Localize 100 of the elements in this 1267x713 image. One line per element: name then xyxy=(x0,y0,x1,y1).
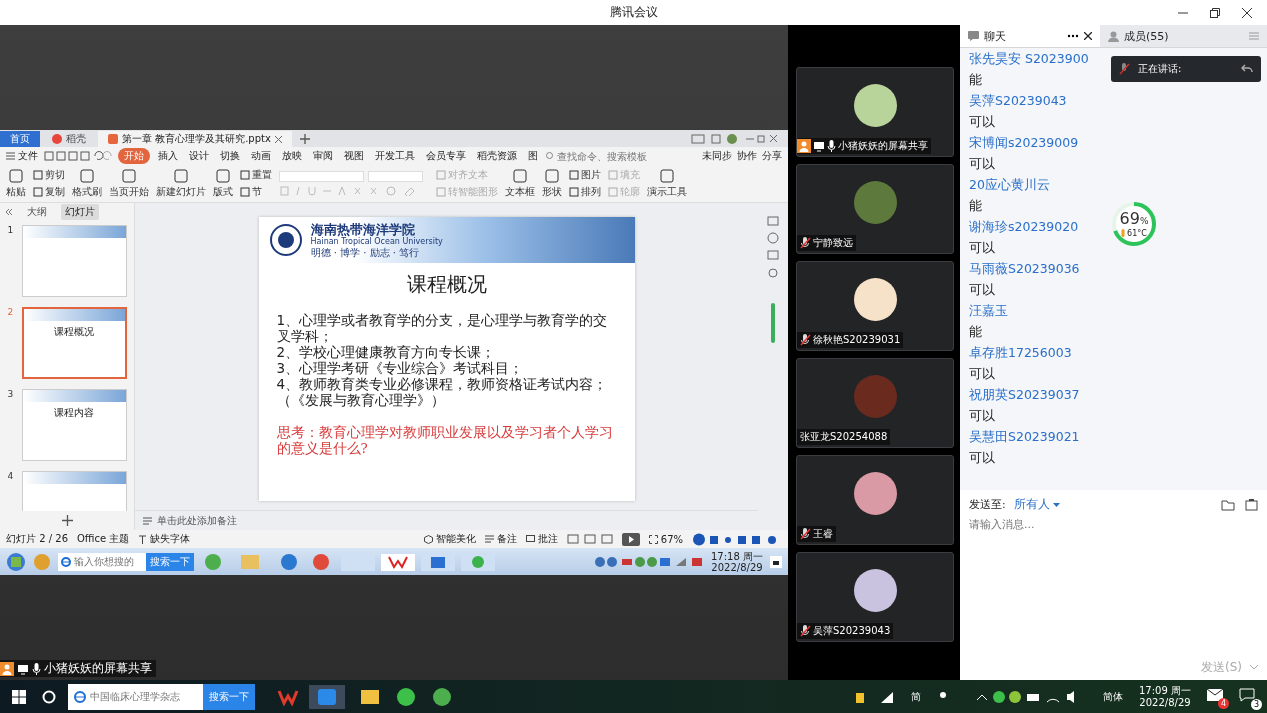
ribbon-tab[interactable]: 视图 xyxy=(341,148,367,164)
slide-thumbnail[interactable]: 课程内容 xyxy=(21,389,127,461)
window-controls-icon[interactable] xyxy=(690,133,780,144)
message-sender[interactable]: 谢海珍s20239020 xyxy=(969,216,1079,237)
video-tile[interactable]: 吴萍S20239043 xyxy=(796,552,954,642)
notes-button[interactable]: 备注 xyxy=(484,532,517,546)
message-sender[interactable]: 马雨薇S20239036 xyxy=(969,258,1080,279)
search-input[interactable]: 中国临床心理学杂志 xyxy=(90,691,202,702)
ribbon-button[interactable]: 图片 xyxy=(569,168,601,182)
ribbon-tab[interactable]: 放映 xyxy=(279,148,305,164)
ribbon-tab[interactable]: 稻壳资源 xyxy=(474,148,520,164)
emblem-icon xyxy=(268,223,303,257)
folder-icon[interactable] xyxy=(1221,498,1237,511)
video-tile[interactable]: 徐秋艳S20239031 xyxy=(796,261,954,351)
undo-arrow-icon[interactable] xyxy=(1241,64,1253,74)
cortana-icon[interactable] xyxy=(42,689,56,704)
ribbon-button[interactable]: 剪切 xyxy=(33,168,65,182)
ribbon-button[interactable]: 重置 xyxy=(240,168,272,182)
search-button[interactable]: 搜索一下 xyxy=(203,683,255,710)
collapse-icon[interactable] xyxy=(5,208,13,216)
notes-field[interactable]: 单击此处添加备注 xyxy=(135,510,758,530)
video-tile[interactable]: 宁静致远 xyxy=(796,164,954,254)
ribbon-button[interactable]: 粘贴 xyxy=(6,168,26,199)
action-center-icon[interactable] xyxy=(1239,688,1255,702)
ribbon-button[interactable]: 排列 xyxy=(569,185,601,199)
search-field[interactable]: 中国临床心理学杂志 xyxy=(68,683,203,710)
ribbon-tab[interactable]: 图 xyxy=(525,148,541,164)
slide-thumbnail[interactable]: 课程概况 xyxy=(21,307,127,379)
chat-panel-tab[interactable]: 成员(55) xyxy=(1100,25,1240,47)
close-icon[interactable] xyxy=(1241,7,1253,19)
message-text: 可以 xyxy=(969,281,995,299)
square-icon xyxy=(512,168,528,184)
message-input[interactable]: 请输入消息... xyxy=(969,513,1258,659)
view-mode-icons[interactable] xyxy=(566,534,613,544)
ribbon-tab[interactable]: 动画 xyxy=(248,148,274,164)
ribbon-tab[interactable]: 审阅 xyxy=(310,148,336,164)
panel-tab[interactable]: 大纲 xyxy=(23,204,51,220)
ribbon-button[interactable]: 演示工具 xyxy=(647,168,687,199)
message-sender[interactable]: 吴慧田S20239021 xyxy=(969,426,1080,447)
search-field[interactable]: 输入你想搜的 xyxy=(58,552,146,571)
slide-thumbnail[interactable] xyxy=(21,225,127,297)
ribbon-button[interactable]: 版式 xyxy=(213,168,233,199)
tray-icons[interactable] xyxy=(855,689,895,704)
document-tab[interactable]: 首页 xyxy=(0,131,40,147)
slide-question: 思考：教育心理学对教师职业发展以及学习者个人学习的意义是什么? xyxy=(276,424,614,456)
show-desktop-icon[interactable] xyxy=(770,555,782,568)
message-sender[interactable]: 祝朋英S20239037 xyxy=(969,384,1080,405)
ribbon-tab[interactable]: 会员专享 xyxy=(423,148,469,164)
video-tile[interactable]: 小猪妖妖的屏幕共享 xyxy=(796,67,954,157)
ribbon-button[interactable]: 文本框 xyxy=(505,168,535,199)
mail-icon[interactable] xyxy=(1207,689,1223,701)
ribbon-button[interactable]: 节 xyxy=(240,185,272,199)
taskbar-clock[interactable]: 17:18 周一 2022/8/29 xyxy=(711,550,763,573)
plus-icon[interactable] xyxy=(299,133,310,144)
toolbar-action[interactable]: 协作 xyxy=(737,149,757,163)
document-tab[interactable]: 稻壳 xyxy=(42,131,96,147)
ribbon-tab[interactable]: 设计 xyxy=(186,148,212,164)
search-input[interactable]: 输入你想搜的 xyxy=(74,556,146,567)
play-icon[interactable] xyxy=(621,532,640,546)
ime-indicator[interactable]: 简 xyxy=(911,689,921,704)
beautify-button[interactable]: 智能美化 xyxy=(423,532,476,546)
square-icon xyxy=(608,187,618,197)
message-sender[interactable]: 卓存胜17256003 xyxy=(969,342,1072,363)
start-icon[interactable] xyxy=(6,551,26,572)
document-tab[interactable]: 第一章 教育心理学及其研究.pptx xyxy=(98,131,292,147)
ribbon-button[interactable]: 形状 xyxy=(542,168,562,199)
video-tile[interactable]: 王睿 xyxy=(796,455,954,545)
close-icon[interactable] xyxy=(1084,32,1092,40)
message-sender[interactable]: 20应心黄川云 xyxy=(969,174,1050,195)
ribbon-tab[interactable]: 切换 xyxy=(217,148,243,164)
ribbon-tab[interactable]: 插入 xyxy=(155,148,181,164)
toolbar-action[interactable]: 分享 xyxy=(762,149,782,163)
recipient-dropdown[interactable]: 所有人 xyxy=(1013,496,1060,513)
restore-icon[interactable] xyxy=(1209,7,1221,19)
ribbon-button[interactable]: 格式刷 xyxy=(72,168,102,199)
chat-panel-tab[interactable]: 聊天 xyxy=(960,25,1100,47)
file-menu[interactable]: 文件 xyxy=(6,149,38,163)
taskbar-clock[interactable]: 17:09 周一 2022/8/29 xyxy=(1139,684,1191,709)
message-sender[interactable]: 吴萍S20239043 xyxy=(969,90,1067,111)
logo-icon xyxy=(52,134,62,144)
ribbon-button[interactable]: 复制 xyxy=(33,185,65,199)
video-tile[interactable]: 张亚龙S20254088 xyxy=(796,358,954,448)
panel-tab[interactable]: 幻灯片 xyxy=(61,204,99,220)
message-sender[interactable]: 张先昊安 S2023900 xyxy=(969,48,1089,69)
missing-font-button[interactable]: 缺失字体 xyxy=(138,532,191,546)
toolbar-action[interactable]: 未同步 xyxy=(702,149,732,163)
language-indicator[interactable]: 简体 xyxy=(1103,689,1123,704)
search-button[interactable]: 搜索一下 xyxy=(146,552,194,571)
quick-access-icons[interactable] xyxy=(43,151,113,161)
ribbon-button[interactable]: 新建幻灯片 xyxy=(156,168,206,199)
comment-button[interactable]: 批注 xyxy=(525,532,558,546)
message-sender[interactable]: 宋博闻s20239009 xyxy=(969,132,1079,153)
windows-start-icon[interactable] xyxy=(12,689,26,704)
ribbon-button[interactable]: 当页开始 xyxy=(109,168,149,199)
message-sender[interactable]: 汪嘉玉 xyxy=(969,300,1008,321)
ribbon-tab[interactable]: 开发工具 xyxy=(372,148,418,164)
add-slide-icon[interactable] xyxy=(61,515,73,526)
zoom-level[interactable]: 67% xyxy=(648,533,683,545)
screenshot-icon[interactable] xyxy=(1245,498,1258,511)
more-icon[interactable] xyxy=(1067,34,1079,38)
